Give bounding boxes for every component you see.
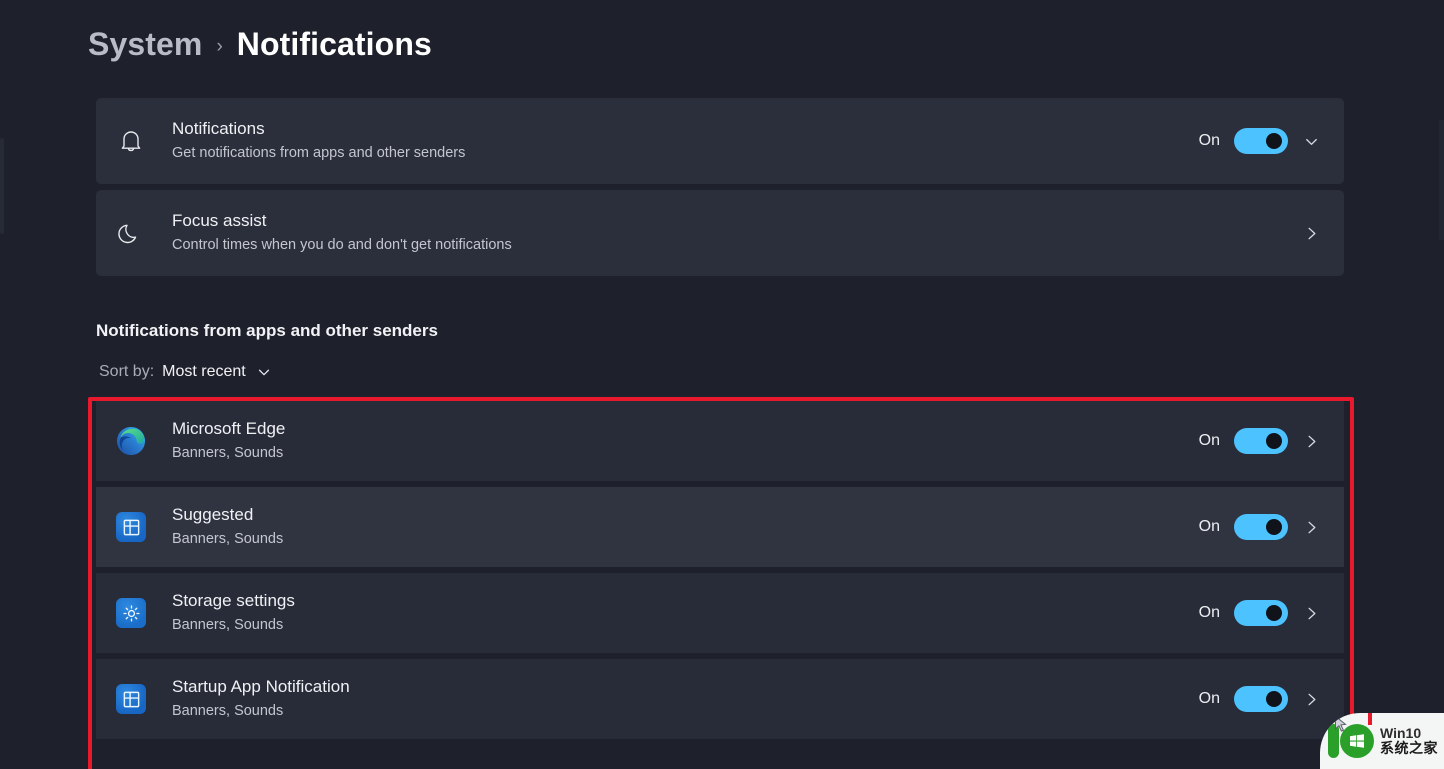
app-toggle[interactable] xyxy=(1234,514,1288,540)
app-modes: Banners, Sounds xyxy=(172,530,284,547)
app-tile xyxy=(116,512,146,542)
toggle-knob xyxy=(1266,519,1282,535)
notifications-card-controls: On xyxy=(1196,118,1344,164)
list-item[interactable]: Startup App Notification Banners, Sounds… xyxy=(96,659,1344,745)
chevron-right-icon[interactable] xyxy=(1288,590,1334,636)
left-edge-scrollbar[interactable] xyxy=(0,138,4,234)
app-name: Microsoft Edge xyxy=(172,418,286,438)
chevron-right-icon[interactable] xyxy=(1288,210,1334,256)
focus-assist-card-text: Focus assist Control times when you do a… xyxy=(166,210,1288,257)
list-item-controls: On xyxy=(1196,590,1344,636)
moon-icon xyxy=(96,219,166,247)
apps-section-title: Notifications from apps and other sender… xyxy=(96,321,438,340)
app-name: Startup App Notification xyxy=(172,676,350,696)
notifications-setting-card[interactable]: Notifications Get notifications from app… xyxy=(96,98,1344,184)
app-toggle-label: On xyxy=(1198,604,1220,621)
app-toggle[interactable] xyxy=(1234,600,1288,626)
sort-by-label: Sort by: xyxy=(99,363,155,380)
notifications-card-subtitle: Get notifications from apps and other se… xyxy=(172,144,466,161)
toggle-knob xyxy=(1266,691,1282,707)
sort-by-control[interactable]: Sort by: Most recent xyxy=(99,363,272,381)
app-modes: Banners, Sounds xyxy=(172,616,284,633)
notifications-card-text: Notifications Get notifications from app… xyxy=(166,118,1196,165)
app-toggle-label: On xyxy=(1198,432,1220,449)
app-notifications-list: Microsoft Edge Banners, Sounds On Sugges… xyxy=(96,401,1344,745)
list-item-text: Microsoft Edge Banners, Sounds xyxy=(166,418,1196,465)
list-item[interactable]: Microsoft Edge Banners, Sounds On xyxy=(96,401,1344,487)
app-toggle[interactable] xyxy=(1234,686,1288,712)
window-pane-icon xyxy=(96,684,166,714)
app-toggle-label: On xyxy=(1198,518,1220,535)
chevron-right-icon[interactable] xyxy=(1288,676,1334,722)
app-name: Suggested xyxy=(172,504,254,524)
focus-assist-card-controls xyxy=(1288,210,1344,256)
app-tile xyxy=(116,598,146,628)
cursor-icon xyxy=(1334,715,1348,732)
app-toggle-label: On xyxy=(1198,690,1220,707)
settings-page: System › Notifications Notifications Get… xyxy=(0,0,1444,769)
notifications-toggle[interactable] xyxy=(1234,128,1288,154)
chevron-right-icon[interactable] xyxy=(1288,504,1334,550)
list-item-text: Startup App Notification Banners, Sounds xyxy=(166,676,1196,723)
watermark-line2: 系统之家 xyxy=(1380,740,1438,756)
watermark-text: Win10 系统之家 xyxy=(1380,726,1438,755)
notifications-toggle-label: On xyxy=(1198,132,1220,149)
list-item-text: Storage settings Banners, Sounds xyxy=(166,590,1196,637)
list-item-controls: On xyxy=(1196,504,1344,550)
sort-by-value: Most recent xyxy=(162,363,246,380)
chevron-down-icon[interactable] xyxy=(1288,118,1334,164)
chevron-right-icon[interactable] xyxy=(1288,418,1334,464)
toggle-knob xyxy=(1266,133,1282,149)
bell-icon xyxy=(96,127,166,155)
chevron-down-icon[interactable] xyxy=(256,364,272,380)
focus-assist-card-title: Focus assist xyxy=(172,210,267,230)
watermark: Win10 系统之家 xyxy=(1320,713,1444,769)
list-item-text: Suggested Banners, Sounds xyxy=(166,504,1196,551)
list-item-controls: On xyxy=(1196,676,1344,722)
watermark-line1: Win10 xyxy=(1380,725,1422,742)
window-pane-icon xyxy=(96,512,166,542)
right-edge-scrollbar[interactable] xyxy=(1439,120,1444,240)
notifications-card-title: Notifications xyxy=(172,118,265,138)
breadcrumb-separator-icon: › xyxy=(216,36,223,57)
toggle-knob xyxy=(1266,433,1282,449)
page-title: Notifications xyxy=(236,26,432,62)
app-tile xyxy=(116,684,146,714)
focus-assist-card-subtitle: Control times when you do and don't get … xyxy=(172,236,512,253)
list-item[interactable]: Storage settings Banners, Sounds On xyxy=(96,573,1344,659)
app-name: Storage settings xyxy=(172,590,295,610)
breadcrumb-parent-system[interactable]: System xyxy=(88,26,202,63)
focus-assist-card[interactable]: Focus assist Control times when you do a… xyxy=(96,190,1344,276)
app-toggle[interactable] xyxy=(1234,428,1288,454)
annotation-tick xyxy=(1368,713,1372,725)
toggle-knob xyxy=(1266,605,1282,621)
list-item-controls: On xyxy=(1196,418,1344,464)
gear-icon xyxy=(96,598,166,628)
app-modes: Banners, Sounds xyxy=(172,444,284,461)
list-item[interactable]: Suggested Banners, Sounds On xyxy=(96,487,1344,573)
microsoft-edge-icon xyxy=(96,426,166,456)
app-modes: Banners, Sounds xyxy=(172,702,284,719)
breadcrumb: System › Notifications xyxy=(88,26,432,63)
